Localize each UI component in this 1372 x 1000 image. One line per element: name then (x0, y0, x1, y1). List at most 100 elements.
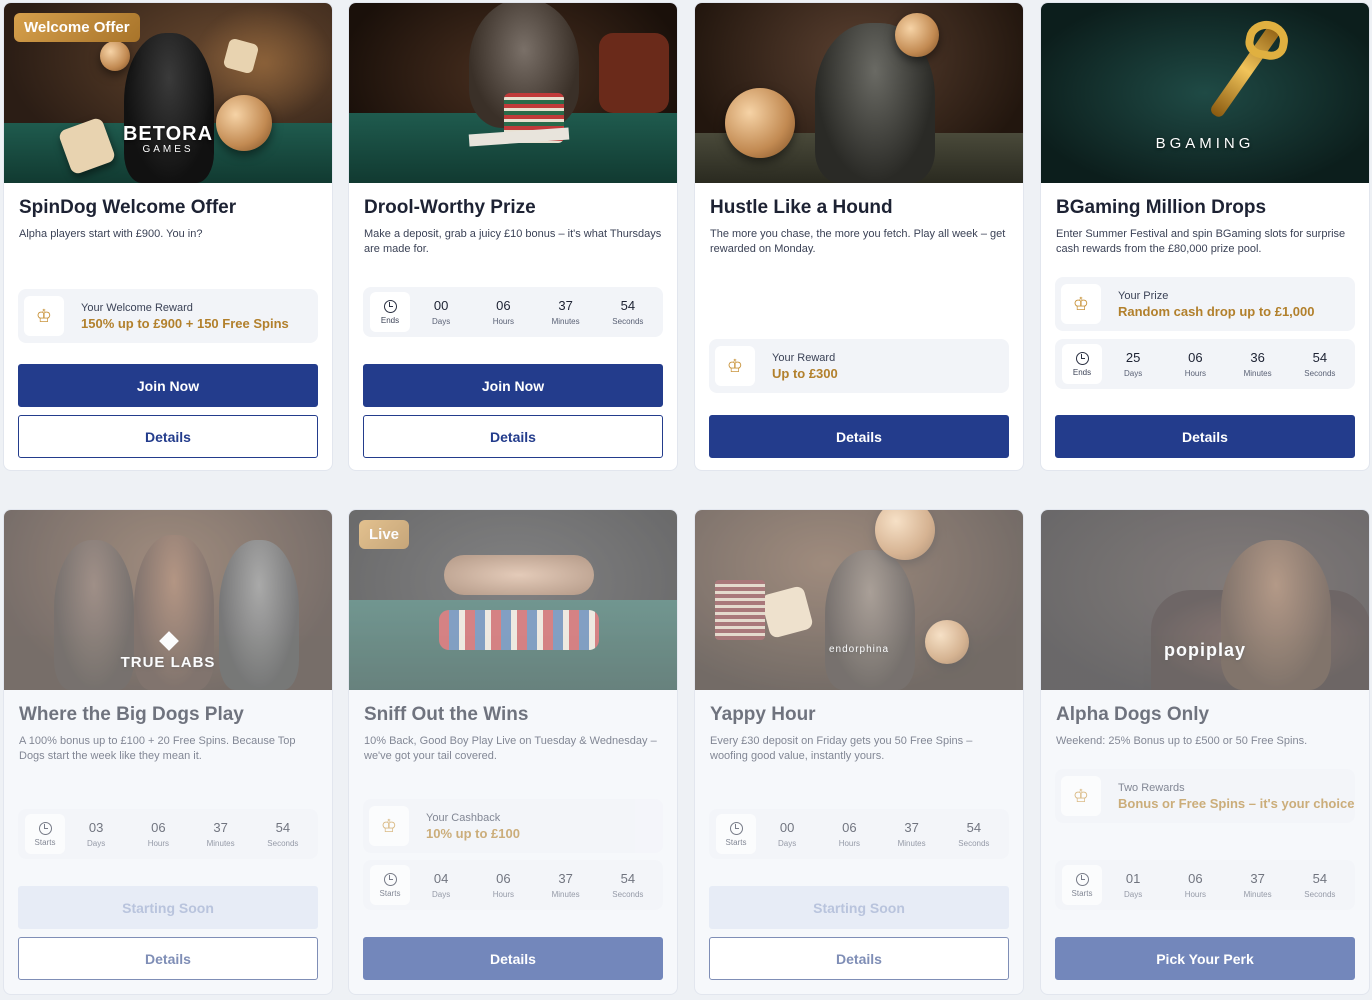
live-tag: Live (359, 520, 410, 549)
timer-seconds: 54 Seconds (1304, 350, 1336, 378)
promo-card-drool-worthy: Drool-Worthy Prize Make a deposit, grab … (348, 2, 678, 471)
promo-card-alpha-dogs: popiplay Alpha Dogs Only Weekend: 25% Bo… (1040, 509, 1370, 995)
reward-label: Your Reward (772, 351, 836, 364)
clock-icon: Starts (25, 814, 65, 854)
reward-value: Bonus or Free Spins – it's your choice (1118, 795, 1355, 811)
promo-card-hustle-hound: Hustle Like a Hound The more you chase, … (694, 2, 1024, 471)
timer-seconds: 54 Seconds (612, 871, 644, 899)
promo-card-bgaming-drops: BGAMING BGaming Million Drops Enter Summ… (1040, 2, 1370, 471)
provider-logo: popiplay (1163, 640, 1246, 660)
promo-image: Live (349, 510, 677, 690)
crown-icon: ♔ (369, 806, 409, 846)
countdown-timer: Ends 00 Days 06 Hours 37 Minutes 54 Seconds (363, 287, 663, 337)
promo-card-sniff-wins: Live Sniff Out the Wins 10% Back, Good B… (348, 509, 678, 995)
reward-value: 10% up to £100 (426, 825, 520, 841)
countdown-timer: Starts 03 Days 06 Hours 37 Minutes 54 Second… (18, 809, 318, 859)
timer-hours: 06 Hours (147, 820, 170, 848)
promo-image (349, 3, 677, 183)
promo-title: Sniff Out the Wins (364, 704, 529, 725)
reward-value: Up to £300 (772, 365, 838, 381)
details-button[interactable]: Details (18, 937, 318, 980)
crown-icon: ♔ (1061, 776, 1101, 816)
reward-box: ♔ Your Reward Up to £300 (709, 339, 1009, 393)
timer-minutes: 36 Minutes (1243, 350, 1272, 378)
promo-title: Where the Big Dogs Play (19, 704, 244, 725)
promo-description: Every £30 deposit on Friday gets you 50 … (710, 735, 973, 762)
provider-logo: BETORA (122, 123, 214, 145)
reward-label: Your Welcome Reward (81, 301, 193, 314)
timer-minutes: 37 Minutes (551, 871, 580, 899)
countdown-timer: Starts 01 Days 06 Hours 37 Minutes 54 Second… (1055, 860, 1355, 910)
promo-description: Make a deposit, grab a juicy £10 bonus –… (364, 228, 662, 255)
timer-hours: 06 Hours (492, 871, 515, 899)
provider-logo: TRUE LABS (120, 654, 216, 671)
timer-minutes: 37 Minutes (1243, 871, 1272, 899)
crown-icon: ♔ (24, 296, 64, 336)
promo-image: BETORA GAMES Welcome Offer (4, 3, 332, 183)
timer-days: 25 Days (1124, 350, 1143, 378)
join-now-button[interactable]: Join Now (363, 364, 663, 407)
promo-description: 10% Back, Good Boy Play Live on Tuesday … (364, 735, 657, 762)
details-button[interactable]: Details (709, 415, 1009, 458)
promo-title: Alpha Dogs Only (1056, 704, 1210, 725)
promo-description: Weekend: 25% Bonus up to £500 or 50 Free… (1056, 735, 1308, 747)
details-button[interactable]: Details (709, 937, 1009, 980)
pick-your-perk-button[interactable]: Pick Your Perk (1055, 937, 1355, 980)
provider-logo: BGAMING (1155, 135, 1255, 152)
clock-icon: Starts (370, 865, 410, 905)
details-button[interactable]: Details (18, 415, 318, 458)
clock-icon: Starts (716, 814, 756, 854)
timer-days: 04 Days (432, 871, 451, 899)
timer-seconds: 54 Seconds (267, 820, 299, 848)
countdown-timer: Ends 25 Days 06 Hours 36 Minutes 54 Seconds (1055, 339, 1355, 389)
promo-description: The more you chase, the more you fetch. … (710, 228, 1006, 255)
reward-box: ♔ Your Cashback 10% up to £100 (363, 799, 663, 853)
clock-icon: Ends (370, 292, 410, 332)
reward-value: 150% up to £900 + 150 Free Spins (81, 315, 289, 331)
promo-image: popiplay (1041, 510, 1369, 690)
timer-hours: 06 Hours (492, 298, 515, 326)
timer-days: 00 Days (778, 820, 797, 848)
promo-title: Drool-Worthy Prize (364, 197, 536, 218)
timer-days: 03 Days (87, 820, 106, 848)
details-button[interactable]: Details (363, 415, 663, 458)
reward-label: Your Cashback (426, 811, 501, 824)
reward-label: Two Rewards (1118, 781, 1185, 794)
timer-seconds: 54 Seconds (958, 820, 990, 848)
promo-description: Alpha players start with £900. You in? (19, 228, 203, 240)
promo-title: SpinDog Welcome Offer (19, 197, 237, 218)
reward-value: Random cash drop up to £1,000 (1118, 303, 1315, 319)
provider-logo: endorphina (828, 644, 890, 655)
starting-soon-button: Starting Soon (709, 886, 1009, 929)
provider-logo-sub: GAMES (142, 144, 194, 155)
timer-minutes: 37 Minutes (551, 298, 580, 326)
promo-title: BGaming Million Drops (1056, 197, 1267, 218)
promo-image: TRUE LABS (4, 510, 332, 690)
timer-hours: 06 Hours (1184, 871, 1207, 899)
promo-image: BGAMING (1041, 3, 1369, 183)
timer-minutes: 37 Minutes (897, 820, 926, 848)
promo-card-yappy-hour: endorphina Yappy Hour Every £30 deposit … (694, 509, 1024, 995)
timer-hours: 06 Hours (838, 820, 861, 848)
starting-soon-button: Starting Soon (18, 886, 318, 929)
timer-minutes: 37 Minutes (206, 820, 235, 848)
crown-icon: ♔ (715, 346, 755, 386)
promo-title: Hustle Like a Hound (710, 197, 893, 218)
join-now-button[interactable]: Join Now (18, 364, 318, 407)
clock-icon: Starts (1062, 865, 1102, 905)
promo-title: Yappy Hour (710, 704, 816, 725)
timer-days: 00 Days (432, 298, 451, 326)
clock-icon: Ends (1062, 344, 1102, 384)
details-button[interactable]: Details (1055, 415, 1355, 458)
promo-card-spindog-welcome: BETORA GAMES Welcome Offer SpinDog Welco… (3, 2, 333, 471)
timer-days: 01 Days (1124, 871, 1143, 899)
promo-image: endorphina (695, 510, 1023, 690)
timer-hours: 06 Hours (1184, 350, 1207, 378)
reward-label: Your Prize (1118, 289, 1169, 302)
details-button[interactable]: Details (363, 937, 663, 980)
timer-seconds: 54 Seconds (1304, 871, 1336, 899)
reward-box: ♔ Your Welcome Reward 150% up to £900 + … (18, 289, 318, 343)
promo-description: Enter Summer Festival and spin BGaming s… (1056, 228, 1346, 255)
promo-tag: Welcome Offer (14, 13, 140, 42)
countdown-timer: Starts 00 Days 06 Hours 37 Minutes 54 Second… (709, 809, 1009, 859)
